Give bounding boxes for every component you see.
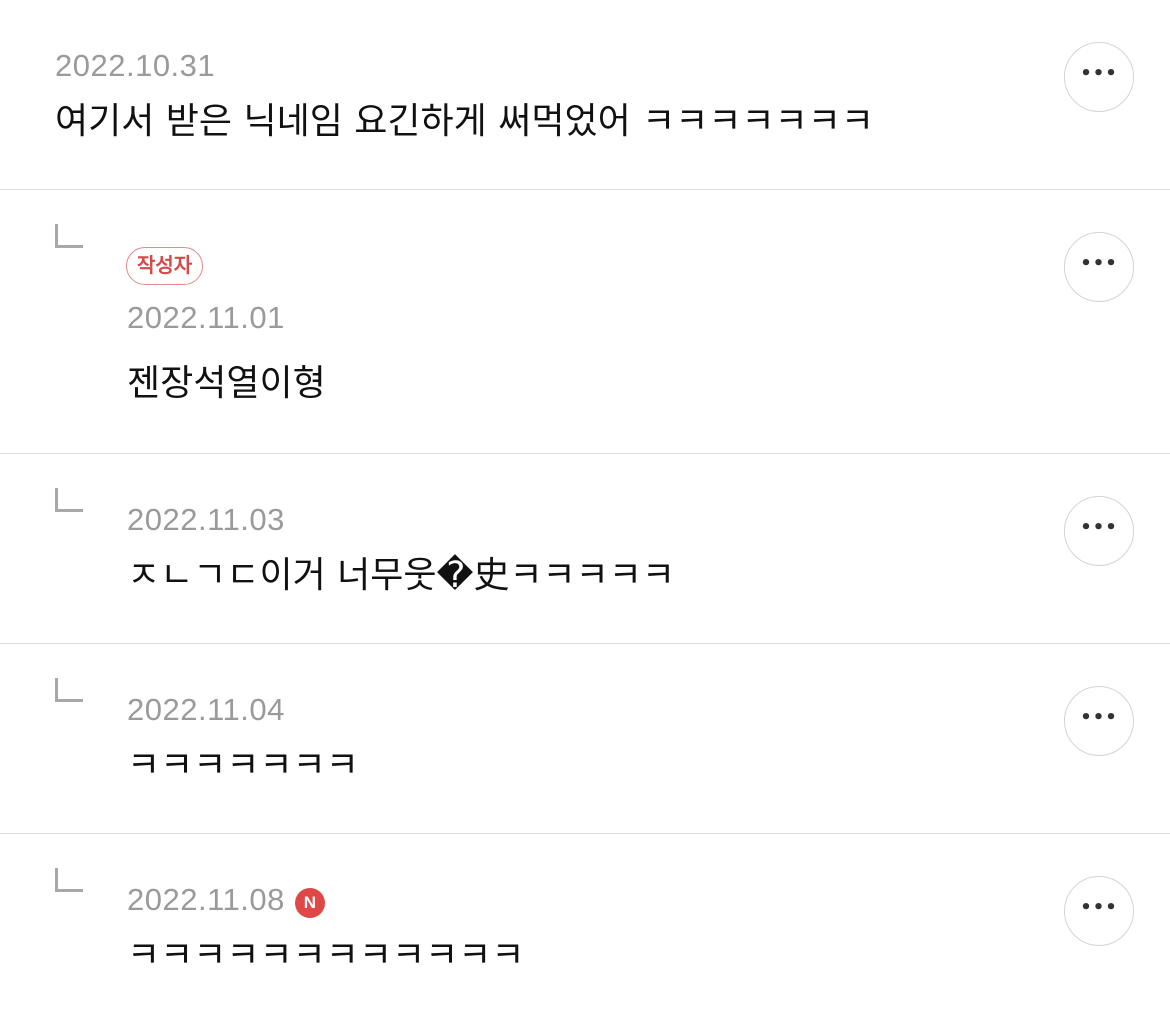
reply-arrow-icon xyxy=(55,868,83,892)
reply-arrow-icon xyxy=(55,224,83,248)
comment-text: ㅈㄴㄱㄷ이거 너무웃�史ㅋㅋㅋㅋㅋ xyxy=(127,555,676,596)
more-options-button[interactable]: ••• xyxy=(1064,232,1134,302)
comment-item: 2022.10.31 여기서 받은 닉네임 요긴하게 써먹었어 ㅋㅋㅋㅋㅋㅋㅋ … xyxy=(0,0,1170,190)
comment-date: 2022.11.01 xyxy=(127,300,285,335)
reply-arrow-icon xyxy=(55,678,83,702)
more-options-button[interactable]: ••• xyxy=(1064,686,1134,756)
more-dots-icon: ••• xyxy=(1080,253,1118,274)
reply-arrow-icon xyxy=(55,488,83,512)
reply-item: 작성자 2022.11.01 젠장석열이형 ••• xyxy=(0,190,1170,454)
comment-date: 2022.11.03 xyxy=(127,502,285,537)
comment-date: 2022.11.04 xyxy=(127,692,285,727)
reply-item: 2022.11.03 ㅈㄴㄱㄷ이거 너무웃�史ㅋㅋㅋㅋㅋ ••• xyxy=(0,454,1170,644)
comment-text: ㅋㅋㅋㅋㅋㅋㅋㅋㅋㅋㅋㅋ xyxy=(127,935,525,976)
more-options-button[interactable]: ••• xyxy=(1064,876,1134,946)
author-badge: 작성자 xyxy=(126,247,204,285)
more-options-button[interactable]: ••• xyxy=(1064,42,1134,112)
more-dots-icon: ••• xyxy=(1080,63,1118,84)
comment-meta: 2022.11.08 N xyxy=(127,884,325,921)
comment-text: 젠장석열이형 xyxy=(127,363,326,404)
comment-text: 여기서 받은 닉네임 요긴하게 써먹었어 ㅋㅋㅋㅋㅋㅋㅋ xyxy=(55,101,874,142)
more-dots-icon: ••• xyxy=(1080,897,1118,918)
comment-date: 2022.10.31 xyxy=(55,48,216,83)
new-badge: N xyxy=(294,887,325,918)
reply-item: 2022.11.08 N ㅋㅋㅋㅋㅋㅋㅋㅋㅋㅋㅋㅋ ••• xyxy=(0,834,1170,1017)
reply-item: 2022.11.04 ㅋㅋㅋㅋㅋㅋㅋ ••• xyxy=(0,644,1170,834)
comment-text: ㅋㅋㅋㅋㅋㅋㅋ xyxy=(127,745,359,786)
more-options-button[interactable]: ••• xyxy=(1064,496,1134,566)
comment-date: 2022.11.08 xyxy=(127,882,285,917)
more-dots-icon: ••• xyxy=(1080,707,1118,728)
more-dots-icon: ••• xyxy=(1080,517,1118,538)
